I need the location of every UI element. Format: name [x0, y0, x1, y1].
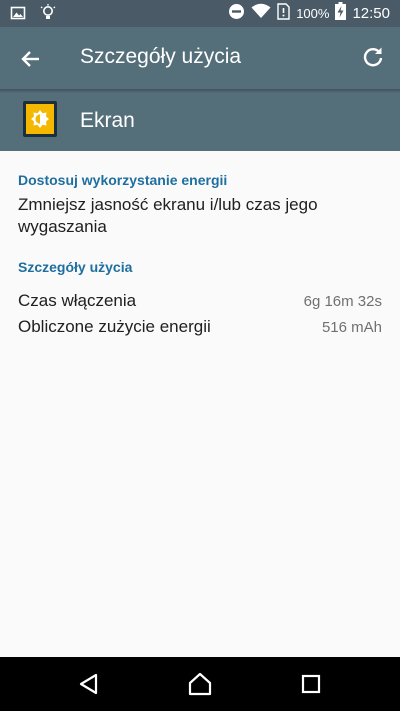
image-icon: [10, 5, 26, 26]
page-title: Szczegóły użycia: [80, 45, 242, 68]
app-name: Ekran: [80, 109, 135, 132]
usage-row-value: 6g 16m 32s: [303, 293, 382, 310]
lightbulb-icon: [40, 4, 56, 27]
arrow-back-icon: [21, 51, 39, 67]
back-button[interactable]: [18, 46, 44, 72]
energy-tip[interactable]: Zmniejsz jasność ekranu i/lub czas jego …: [18, 194, 378, 238]
nav-recents-button[interactable]: [298, 671, 324, 697]
battery-percent: 100%: [296, 6, 330, 21]
home-icon: [188, 672, 212, 696]
clock: 12:50: [352, 5, 390, 22]
usage-row-value: 516 mAh: [321, 319, 382, 336]
usage-row-label: Czas włączenia: [18, 291, 137, 310]
battery-charging-icon: [335, 2, 347, 25]
recents-icon: [301, 674, 321, 694]
back-triangle-icon: [79, 673, 98, 695]
nav-home-button[interactable]: [187, 671, 213, 697]
sim-icon: [277, 2, 290, 25]
app-header: [0, 93, 400, 151]
refresh-button[interactable]: [360, 44, 386, 70]
wifi-icon: [251, 3, 271, 24]
status-bar: 100% 12:50: [0, 0, 400, 27]
usage-section-heading: Szczegóły użycia: [18, 259, 133, 275]
nav-back-button[interactable]: [76, 671, 102, 697]
energy-section-heading: Dostosuj wykorzystanie energii: [18, 172, 228, 188]
brightness-icon: [23, 100, 57, 138]
refresh-icon: [363, 47, 383, 67]
do-not-disturb-icon: [228, 3, 245, 25]
usage-row-label: Obliczone zużycie energii: [18, 317, 211, 336]
